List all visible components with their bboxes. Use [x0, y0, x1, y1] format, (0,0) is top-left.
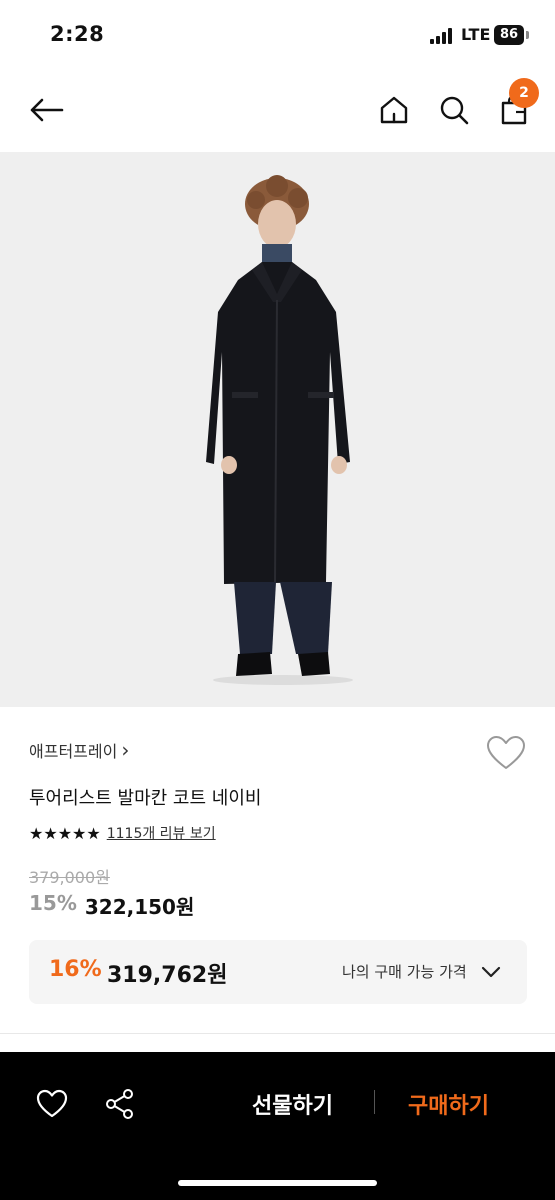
- brand-name: 애프터프레이: [29, 742, 118, 761]
- home-indicator[interactable]: [178, 1180, 377, 1186]
- bottom-wishlist-button[interactable]: [30, 1082, 74, 1126]
- member-discount-rate: 16%: [49, 957, 102, 982]
- top-navigation: 2: [0, 70, 555, 152]
- model-coat-photo: [0, 152, 555, 707]
- button-separator: [374, 1090, 375, 1114]
- battery-icon: 86: [494, 25, 524, 45]
- wishlist-button[interactable]: [486, 735, 526, 773]
- heart-outline-icon: [487, 736, 525, 769]
- sale-price-row: 15% 322,150원: [29, 891, 194, 920]
- sale-price: 322,150원: [84, 895, 195, 919]
- battery-tip: [526, 31, 529, 39]
- back-arrow-icon: [30, 98, 64, 122]
- product-image[interactable]: [0, 152, 555, 707]
- home-icon: [380, 96, 408, 124]
- search-button[interactable]: [432, 88, 476, 132]
- search-icon: [440, 96, 469, 125]
- product-title: 투어리스트 발마칸 코트 네이비: [29, 788, 262, 809]
- review-link[interactable]: 1115개 리뷰 보기: [107, 823, 216, 843]
- rating-row: ★★★★★ 1115개 리뷰 보기: [29, 823, 216, 843]
- status-time: 2:28: [50, 22, 105, 46]
- brand-link[interactable]: 애프터프레이 ›: [29, 738, 129, 762]
- heart-outline-icon: [36, 1089, 68, 1118]
- bottom-action-bar: 선물하기 구매하기: [0, 1052, 555, 1200]
- share-icon: [106, 1089, 133, 1119]
- chevron-down-icon: [481, 966, 501, 978]
- share-button[interactable]: [98, 1082, 142, 1126]
- home-button[interactable]: [372, 88, 416, 132]
- signal-icon: [430, 28, 456, 44]
- buy-button[interactable]: 구매하기: [408, 1088, 489, 1120]
- chevron-right-icon: ›: [121, 738, 130, 762]
- cart-count-badge: 2: [509, 78, 539, 108]
- status-bar: 2:28 LTE 86: [0, 0, 555, 70]
- discount-rate: 15%: [29, 891, 77, 915]
- star-rating: ★★★★★: [29, 823, 101, 843]
- network-label: LTE: [461, 25, 491, 44]
- member-price-label: 나의 구매 가능 가격: [342, 963, 467, 981]
- member-price: 319,762원: [107, 963, 228, 988]
- gift-button[interactable]: 선물하기: [252, 1088, 333, 1120]
- divider: [0, 1033, 555, 1034]
- back-button[interactable]: [24, 88, 68, 132]
- original-price: 379,000원: [29, 868, 110, 887]
- member-price-dropdown[interactable]: 16% 319,762원 나의 구매 가능 가격: [29, 940, 527, 1004]
